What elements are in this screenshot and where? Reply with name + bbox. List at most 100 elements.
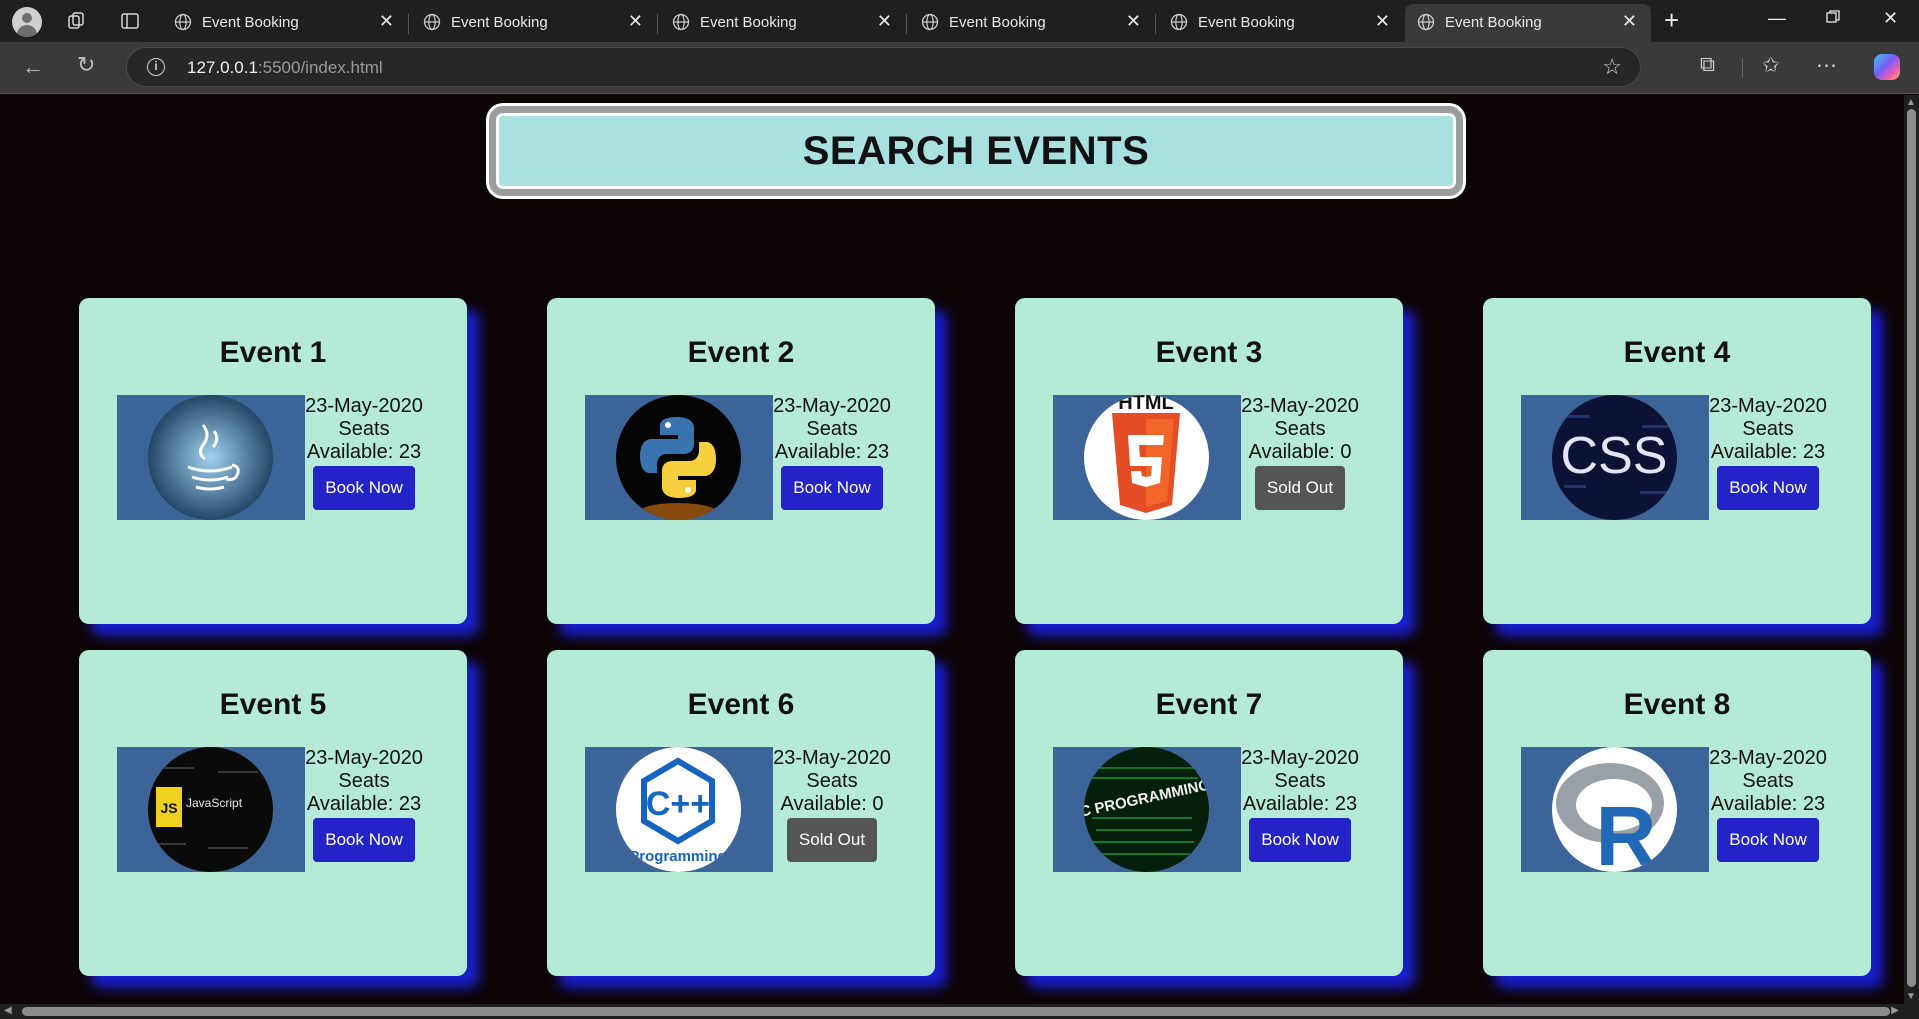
event-thumbnail [585, 395, 773, 520]
close-tab-icon[interactable]: ✕ [1622, 11, 1637, 32]
browser-tab[interactable]: Event Booking ✕ [411, 4, 657, 42]
seats-label: Seats [1274, 418, 1326, 440]
close-tab-icon[interactable]: ✕ [628, 11, 643, 32]
site-info-icon[interactable]: i [147, 58, 165, 76]
event-card: Event 4 CSS 23-May-2020 Seats Available: 23 B… [1483, 298, 1871, 624]
seats-available: Available: 23 [1242, 793, 1358, 815]
event-title: Event 1 [219, 336, 327, 369]
cpp-logo-icon: C++ Programming [616, 747, 741, 872]
workspaces-icon[interactable] [66, 11, 86, 34]
seats-available: Available: 23 [306, 793, 422, 815]
svg-text:C++: C++ [646, 785, 710, 823]
profile-avatar-icon[interactable] [12, 7, 42, 37]
seats-available: Available: 23 [1710, 441, 1826, 463]
event-title: Event 2 [687, 336, 795, 369]
javascript-logo-icon: JS JavaScript [148, 747, 273, 872]
seats-label: Seats [806, 418, 858, 440]
copilot-icon[interactable] [1874, 54, 1900, 80]
book-now-button[interactable]: Book Now [313, 818, 415, 862]
more-menu-icon[interactable]: ⋯ [1816, 53, 1837, 78]
refresh-icon[interactable]: ↻ [77, 52, 95, 78]
event-date: 23-May-2020 [1241, 747, 1359, 769]
event-date: 23-May-2020 [1709, 747, 1827, 769]
event-thumbnail: CSS [1521, 395, 1709, 520]
browser-tab[interactable]: Event Booking ✕ [1158, 4, 1404, 42]
tab-title: Event Booking [202, 14, 299, 31]
event-date: 23-May-2020 [305, 747, 423, 769]
svg-text:HTML: HTML [1118, 395, 1174, 414]
close-tab-icon[interactable]: ✕ [1375, 11, 1390, 32]
event-card: Event 5 JS JavaScript 23-May-2020 Seats Avail… [79, 650, 467, 976]
css-logo-icon: CSS [1552, 395, 1677, 520]
book-now-button[interactable]: Book Now [1717, 466, 1819, 510]
event-thumbnail: R [1521, 747, 1709, 872]
book-now-button[interactable]: Book Now [1249, 818, 1351, 862]
event-title: Event 5 [219, 688, 327, 721]
url-field[interactable]: i 127.0.0.1:5500/index.html ☆ [126, 47, 1641, 87]
seats-available: Available: 23 [774, 441, 890, 463]
close-window-button[interactable]: ✕ [1883, 8, 1898, 29]
new-tab-button[interactable]: + [1664, 5, 1679, 36]
event-card: Event 8 R 23-May-2020 Seats Available: 23 Boo… [1483, 650, 1871, 976]
favorites-icon[interactable]: ✩ [1762, 53, 1780, 78]
extensions-icon[interactable]: ⧉ [1700, 53, 1715, 77]
browser-tab[interactable]: Event Booking ✕ [162, 4, 408, 42]
url-text: 127.0.0.1:5500/index.html [187, 58, 383, 77]
restore-button[interactable] [1825, 9, 1841, 30]
sold-out-button[interactable]: Sold Out [1255, 466, 1345, 510]
address-bar-row: ← ↻ i 127.0.0.1:5500/index.html ☆ ⧉ ✩ ⋯ [0, 42, 1919, 94]
event-card: Event 6 C++ Programming 23-May-2020 Seats Ava… [547, 650, 935, 976]
seats-label: Seats [1274, 770, 1326, 792]
event-title: Event 4 [1623, 336, 1731, 369]
back-arrow-icon[interactable]: ← [22, 54, 44, 80]
event-card: Event 3 HTML 23-May-2020 Seats Available: 0S… [1015, 298, 1403, 624]
event-title: Event 8 [1623, 688, 1731, 721]
event-card: Event 7 C PROGRAMMING 23-May-2020 Seats Avai… [1015, 650, 1403, 976]
seats-label: Seats [338, 418, 390, 440]
c-programming-logo-icon: C PROGRAMMING [1084, 747, 1209, 872]
globe-icon [672, 13, 690, 31]
event-date: 23-May-2020 [773, 395, 891, 417]
event-info: 23-May-2020 Seats Available: 23 [1241, 747, 1359, 816]
event-date: 23-May-2020 [773, 747, 891, 769]
tab-title: Event Booking [1198, 14, 1295, 31]
tab-title: Event Booking [700, 14, 797, 31]
close-tab-icon[interactable]: ✕ [1126, 11, 1141, 32]
event-info: 23-May-2020 Seats Available: 23 [305, 747, 423, 816]
close-tab-icon[interactable]: ✕ [379, 11, 394, 32]
vertical-tabs-icon[interactable] [120, 11, 140, 34]
python-logo-icon [616, 395, 741, 520]
svg-text:JavaScript: JavaScript [186, 796, 243, 810]
svg-text:CSS: CSS [1561, 427, 1668, 485]
event-card: Event 2 23-May-2020 Seats Available: 23 Book… [547, 298, 935, 624]
tab-title: Event Booking [949, 14, 1046, 31]
page-content: SEARCH EVENTS Event 1 23-May-2020 Seats Ava… [0, 95, 1904, 1004]
favorite-star-icon[interactable]: ☆ [1602, 54, 1622, 80]
browser-tab[interactable]: Event Booking ✕ [660, 4, 906, 42]
minimize-button[interactable]: — [1768, 8, 1786, 29]
event-info: 23-May-2020 Seats Available: 0 [1241, 395, 1359, 464]
book-now-button[interactable]: Book Now [781, 466, 883, 510]
vertical-scrollbar[interactable]: ▲ ▼ [1904, 95, 1919, 1004]
book-now-button[interactable]: Book Now [1717, 818, 1819, 862]
event-card: Event 1 23-May-2020 Seats Available: 23 Book… [79, 298, 467, 624]
globe-icon [1417, 13, 1435, 31]
sold-out-button[interactable]: Sold Out [787, 818, 877, 862]
event-info: 23-May-2020 Seats Available: 23 [773, 395, 891, 464]
event-title: Event 6 [687, 688, 795, 721]
seats-label: Seats [806, 770, 858, 792]
book-now-button[interactable]: Book Now [313, 466, 415, 510]
event-info: 23-May-2020 Seats Available: 0 [773, 747, 891, 816]
event-date: 23-May-2020 [1709, 395, 1827, 417]
event-title: Event 7 [1155, 688, 1263, 721]
event-date: 23-May-2020 [305, 395, 423, 417]
browser-tab[interactable]: Event Booking ✕ [909, 4, 1155, 42]
event-thumbnail [117, 395, 305, 520]
search-events-button[interactable]: SEARCH EVENTS [489, 106, 1463, 196]
close-tab-icon[interactable]: ✕ [877, 11, 892, 32]
svg-text:JS: JS [160, 800, 177, 816]
horizontal-scrollbar[interactable]: ◀ ▶ [0, 1004, 1919, 1019]
event-thumbnail: JS JavaScript [117, 747, 305, 872]
browser-tab[interactable]: Event Booking ✕ [1405, 4, 1651, 42]
globe-icon [1170, 13, 1188, 31]
